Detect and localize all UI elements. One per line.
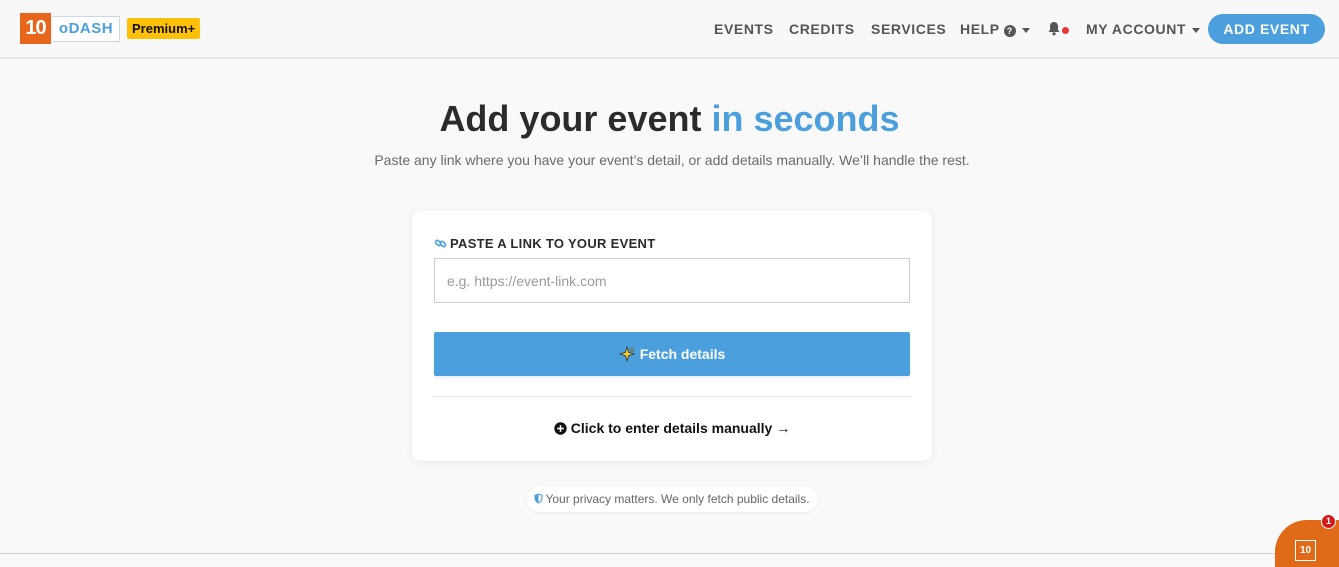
divider [434, 396, 910, 397]
event-link-input[interactable] [434, 258, 910, 303]
title-accent: in seconds [711, 98, 900, 139]
premium-badge: Premium+ [127, 18, 201, 39]
fetch-details-button[interactable]: Fetch details [434, 332, 910, 376]
enter-manually-label: Click to enter details manually → [570, 420, 791, 436]
footer-divider [0, 553, 1339, 554]
nav-help[interactable]: HELP? [960, 21, 1030, 37]
link-field-label-text: PASTE A LINK TO YOUR EVENT [450, 236, 656, 251]
nav-my-account-label: MY ACCOUNT [1086, 21, 1187, 37]
fetch-details-label: Fetch details [639, 346, 726, 362]
page-subtitle: Paste any link where you have your event… [374, 152, 970, 168]
widget-notification-badge: 1 [1321, 514, 1336, 529]
notification-dot [1062, 27, 1069, 34]
privacy-text: Your privacy matters. We only fetch publ… [545, 492, 810, 506]
nav-events[interactable]: EVENTS [714, 21, 774, 37]
plus-circle-icon [554, 422, 567, 435]
logo-wordmark[interactable]: oDASH [53, 16, 120, 42]
bell-icon [1048, 22, 1060, 36]
shield-icon [534, 493, 543, 504]
add-event-card: PASTE A LINK TO YOUR EVENT Fetch details… [412, 211, 932, 461]
nav-my-account[interactable]: MY ACCOUNT [1086, 21, 1201, 37]
top-navbar: 10 oDASH Premium+ EVENTS CREDITS SERVICE… [0, 0, 1339, 59]
add-event-button[interactable]: ADD EVENT [1208, 14, 1325, 44]
caret-down-icon [1021, 27, 1030, 33]
notifications-button[interactable] [1047, 21, 1071, 37]
nav-help-label: HELP [960, 21, 1000, 37]
nav-services[interactable]: SERVICES [871, 21, 946, 37]
logo-number[interactable]: 10 [20, 13, 51, 44]
question-circle-icon: ? [1003, 25, 1016, 37]
page-title: Add your event in seconds [0, 98, 1339, 140]
privacy-note: Your privacy matters. We only fetch publ… [527, 487, 817, 512]
title-main: Add your event [439, 98, 712, 139]
link-icon [434, 239, 447, 248]
nav-credits[interactable]: CREDITS [789, 21, 855, 37]
enter-manually-link[interactable]: Click to enter details manually → [412, 420, 932, 436]
widget-logo: 10 [1295, 540, 1316, 561]
link-field-label: PASTE A LINK TO YOUR EVENT [434, 236, 655, 251]
caret-down-icon [1192, 27, 1201, 33]
sparkle-icon [618, 345, 636, 363]
